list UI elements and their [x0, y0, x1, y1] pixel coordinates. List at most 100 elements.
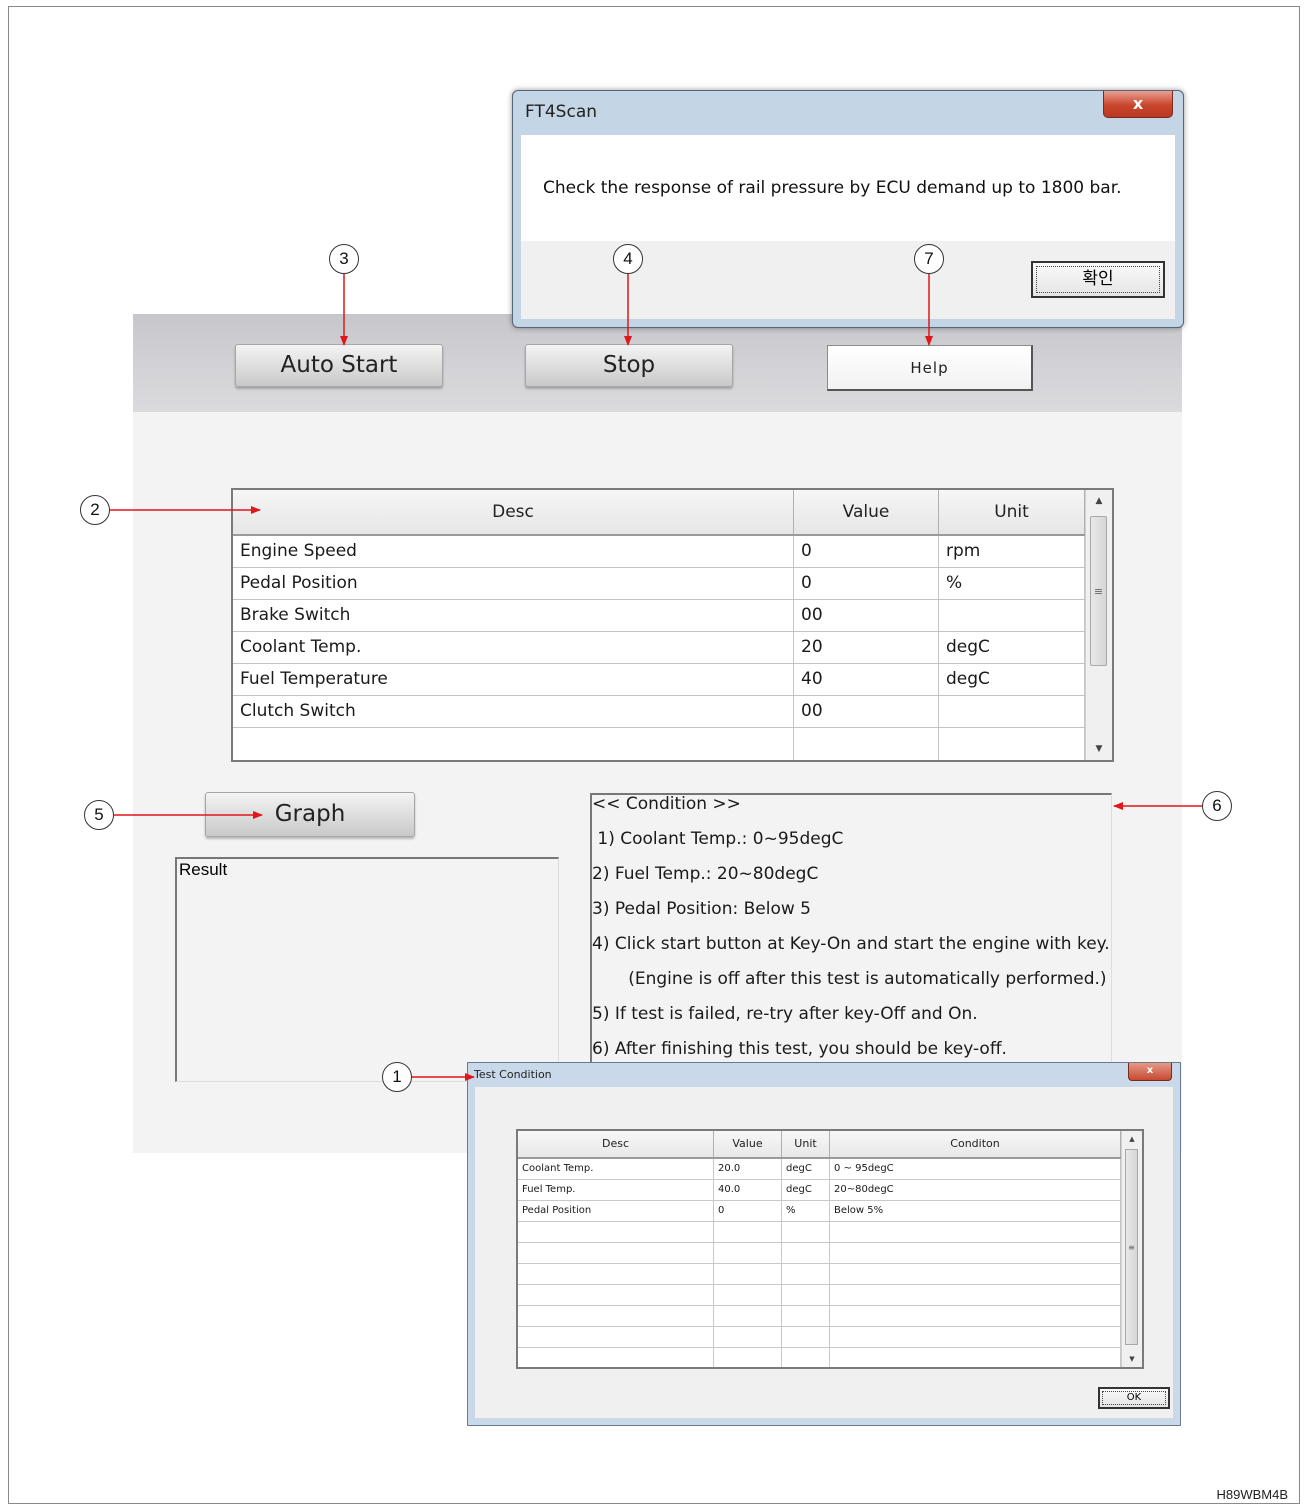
cell-unit: degC [782, 1180, 830, 1200]
table-row[interactable]: Brake Switch 00 [233, 600, 1085, 632]
scroll-thumb[interactable]: ≡ [1125, 1149, 1138, 1345]
cell-unit: % [939, 568, 1085, 599]
table-row[interactable]: Coolant Temp. 20.0 degC 0 ~ 95degC [518, 1159, 1121, 1180]
cell-value: 40 [794, 664, 939, 695]
callout-6: 6 [1202, 791, 1232, 821]
help-button[interactable]: Help [827, 345, 1033, 391]
header-unit[interactable]: Unit [939, 490, 1085, 534]
callout-5: 5 [84, 800, 114, 830]
callout-2: 2 [80, 495, 110, 525]
callout-3: 3 [329, 244, 359, 274]
table-row[interactable]: Coolant Temp. 20 degC [233, 632, 1085, 664]
cell-desc: Coolant Temp. [518, 1159, 714, 1179]
table-row[interactable]: Fuel Temperature 40 degC [233, 664, 1085, 696]
cell-condition: 0 ~ 95degC [830, 1159, 1121, 1179]
condition-line: 3) Pedal Position: Below 5 [592, 899, 811, 919]
cell-unit: % [782, 1201, 830, 1221]
condition-line: 6) After finishing this test, you should… [592, 1039, 1007, 1059]
scroll-down-arrow-icon[interactable]: ▼ [1086, 738, 1112, 760]
dialog-title: Test Condition [474, 1068, 552, 1081]
dialog-body: Desc Value Unit Conditon Coolant Temp. 2… [475, 1087, 1173, 1418]
cell-condition: 20~80degC [830, 1180, 1121, 1200]
focus-ring [1036, 266, 1160, 293]
callout-4: 4 [613, 244, 643, 274]
cell-desc: Fuel Temp. [518, 1180, 714, 1200]
table-row[interactable]: Pedal Position 0 % Below 5% [518, 1201, 1121, 1222]
cell-condition: Below 5% [830, 1201, 1121, 1221]
result-label: Result [179, 860, 228, 879]
ft4scan-dialog: FT4Scan x Check the response of rail pre… [512, 90, 1184, 328]
cell-unit: degC [939, 664, 1085, 695]
graph-button[interactable]: Graph [205, 792, 415, 837]
header-condition[interactable]: Conditon [830, 1131, 1121, 1157]
header-desc[interactable]: Desc [518, 1131, 714, 1157]
header-desc[interactable]: Desc [233, 490, 794, 534]
table-row[interactable]: Fuel Temp. 40.0 degC 20~80degC [518, 1180, 1121, 1201]
cell-desc: Fuel Temperature [233, 664, 794, 695]
auto-start-button[interactable]: Auto Start [235, 344, 443, 387]
cell-desc: Pedal Position [233, 568, 794, 599]
header-value[interactable]: Value [714, 1131, 782, 1157]
scroll-up-arrow-icon[interactable]: ▲ [1086, 490, 1112, 512]
table-header: Desc Value Unit [233, 490, 1085, 536]
condition-line: 2) Fuel Temp.: 20~80degC [592, 864, 819, 884]
cell-value: 00 [794, 600, 939, 631]
header-value[interactable]: Value [794, 490, 939, 534]
cell-unit: degC [782, 1159, 830, 1179]
result-box: Result [175, 857, 559, 1082]
cell-value: 0 [794, 568, 939, 599]
condition-line: 1) Coolant Temp.: 0~95degC [592, 829, 844, 849]
table-scrollbar[interactable]: ▲ ≡ ▼ [1121, 1131, 1142, 1367]
cell-empty [794, 728, 939, 760]
cell-unit [939, 696, 1085, 727]
table-row-empty [518, 1306, 1121, 1327]
callout-7: 7 [914, 244, 944, 274]
scroll-thumb[interactable]: ≡ [1090, 516, 1107, 666]
condition-line: (Engine is off after this test is automa… [612, 969, 1107, 989]
cell-desc: Engine Speed [233, 536, 794, 567]
table-row[interactable]: Pedal Position 0 % [233, 568, 1085, 600]
confirm-button[interactable]: 확인 [1031, 261, 1165, 298]
cell-value: 20.0 [714, 1159, 782, 1179]
dialog-body: Check the response of rail pressure by E… [521, 135, 1175, 241]
close-icon[interactable]: x [1103, 91, 1173, 118]
scroll-up-arrow-icon[interactable]: ▲ [1122, 1131, 1142, 1147]
cell-desc: Brake Switch [233, 600, 794, 631]
table-scrollbar[interactable]: ▲ ≡ ▼ [1085, 490, 1112, 760]
cell-desc: Pedal Position [518, 1201, 714, 1221]
cell-unit: rpm [939, 536, 1085, 567]
dialog-message: Check the response of rail pressure by E… [543, 178, 1122, 198]
ok-button[interactable]: OK [1098, 1387, 1170, 1409]
data-table: Desc Value Unit Engine Speed 0 rpm Pedal… [231, 488, 1114, 762]
table-row[interactable]: Clutch Switch 00 [233, 696, 1085, 728]
cell-value: 0 [714, 1201, 782, 1221]
scroll-down-arrow-icon[interactable]: ▼ [1122, 1351, 1142, 1367]
app-panel: Auto Start Stop Help Desc Value Unit Eng… [133, 314, 1182, 1153]
cell-value: 0 [794, 536, 939, 567]
table-row-empty [518, 1327, 1121, 1348]
condition-line: 5) If test is failed, re-try after key-O… [592, 1004, 978, 1024]
cell-value: 00 [794, 696, 939, 727]
callout-1: 1 [382, 1062, 412, 1092]
dialog-title: FT4Scan [525, 102, 598, 122]
table-row-empty [518, 1243, 1121, 1264]
focus-ring [1102, 1391, 1166, 1405]
cell-desc: Coolant Temp. [233, 632, 794, 663]
close-icon[interactable]: x [1128, 1063, 1172, 1081]
table-header: Desc Value Unit Conditon [518, 1131, 1121, 1159]
cell-unit: degC [939, 632, 1085, 663]
table-row[interactable]: Engine Speed 0 rpm [233, 536, 1085, 568]
cell-unit [939, 600, 1085, 631]
cell-desc: Clutch Switch [233, 696, 794, 727]
header-unit[interactable]: Unit [782, 1131, 830, 1157]
condition-heading: << Condition >> [592, 794, 741, 814]
stop-button[interactable]: Stop [525, 344, 733, 387]
table-row-empty [518, 1264, 1121, 1285]
test-condition-dialog: Test Condition x Desc Value Unit Condito… [467, 1062, 1181, 1426]
cell-empty [939, 728, 1085, 760]
table-row-empty [233, 728, 1085, 760]
table-row-empty [518, 1222, 1121, 1243]
toolbar: Auto Start Stop Help [133, 314, 1182, 412]
condition-box: << Condition >> 1) Coolant Temp.: 0~95de… [590, 793, 1112, 1073]
condition-line: 4) Click start button at Key-On and star… [592, 934, 1110, 954]
